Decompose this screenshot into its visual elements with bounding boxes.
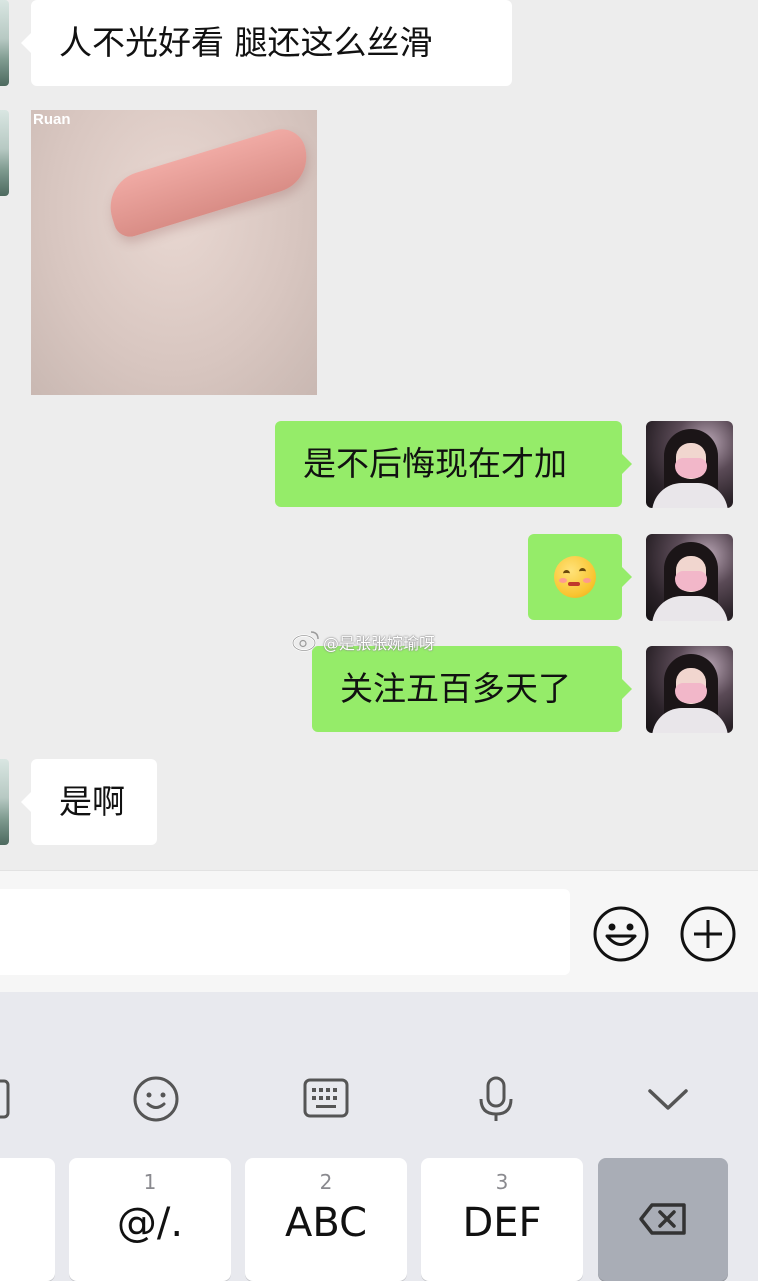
- message-text: 是不后悔现在才加: [303, 444, 567, 483]
- key-number: 3: [495, 1170, 509, 1194]
- smiley-icon[interactable]: [592, 905, 650, 963]
- emoji-smile-icon[interactable]: [132, 1075, 180, 1123]
- message-bubble-incoming[interactable]: 是啊: [21, 759, 157, 845]
- contact-avatar[interactable]: [0, 110, 9, 196]
- key-2[interactable]: 2 ABC: [245, 1158, 407, 1281]
- my-avatar[interactable]: [646, 534, 733, 621]
- message-bubble-outgoing[interactable]: 关注五百多天了: [312, 646, 632, 732]
- microphone-icon[interactable]: [472, 1075, 520, 1123]
- plus-circle-icon[interactable]: [679, 905, 737, 963]
- message-image[interactable]: Ruan: [31, 110, 317, 395]
- pensive-blush-emoji-icon: [554, 556, 596, 598]
- key-partial-left[interactable]: [0, 1158, 55, 1281]
- contact-avatar[interactable]: [0, 0, 9, 86]
- message-bubble-outgoing[interactable]: 是不后悔现在才加: [275, 421, 632, 507]
- backspace-key[interactable]: [598, 1158, 728, 1281]
- message-text: 是啊: [59, 782, 125, 821]
- key-label: @/.: [116, 1200, 184, 1246]
- chat-area: 人不光好看 腿还这么丝滑 Ruan 是不后悔现在才加 关注五百多天了 @是张张婉…: [0, 0, 758, 870]
- weibo-watermark-text: @是张张婉瑜呀: [323, 634, 436, 653]
- chevron-down-icon[interactable]: [644, 1075, 692, 1123]
- backspace-icon: [639, 1203, 686, 1235]
- weibo-icon: [291, 631, 319, 652]
- my-avatar[interactable]: [646, 421, 733, 508]
- keyboard-suggestion-area: [0, 992, 758, 1051]
- input-bar: [0, 870, 758, 993]
- key-1[interactable]: 1 @/.: [69, 1158, 231, 1281]
- key-number: 1: [143, 1170, 157, 1194]
- keyboard-icon[interactable]: [302, 1075, 350, 1123]
- key-3[interactable]: 3 DEF: [421, 1158, 583, 1281]
- message-bubble-outgoing[interactable]: [528, 534, 632, 620]
- key-label: DEF: [462, 1200, 542, 1246]
- image-watermark: Ruan: [33, 111, 71, 128]
- contact-avatar[interactable]: [0, 759, 9, 845]
- key-number: 2: [319, 1170, 333, 1194]
- key-label: ABC: [284, 1200, 368, 1246]
- message-bubble-incoming[interactable]: 人不光好看 腿还这么丝滑: [21, 0, 512, 86]
- clipboard-icon[interactable]: [0, 1075, 26, 1123]
- message-input[interactable]: [0, 889, 570, 975]
- lips-photo-content: [101, 123, 316, 241]
- message-text: 人不光好看 腿还这么丝滑: [59, 23, 433, 62]
- my-avatar[interactable]: [646, 646, 733, 733]
- message-text: 关注五百多天了: [340, 669, 571, 708]
